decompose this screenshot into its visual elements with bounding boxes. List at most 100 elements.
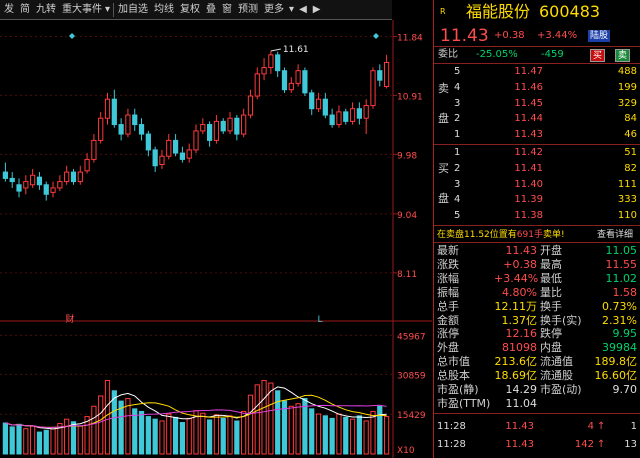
toolbar-item[interactable]: 加自选 (115, 0, 151, 20)
candle-body (50, 187, 56, 193)
book-price: 11.46 (514, 81, 543, 93)
candle-body (363, 105, 369, 119)
quote-label: 总股本 (437, 369, 470, 383)
candle-body (329, 114, 335, 126)
quote-value: 12.11万 (494, 299, 538, 313)
toolbar-separator (113, 2, 115, 17)
quote-value: 4.80% (502, 285, 537, 299)
book-price: 11.38 (514, 210, 543, 222)
volume-unit-label: X10 (397, 446, 415, 456)
ask-row[interactable]: 3 11.45 329 (434, 97, 640, 111)
dropdown-icon[interactable]: ▾ (105, 0, 112, 20)
volume-bar (23, 428, 29, 455)
candle-body (322, 98, 328, 116)
candle-body (302, 70, 308, 94)
volume-axis-label: 30859 (397, 371, 426, 381)
quote-label: 金额 (437, 313, 459, 327)
volume-bar (145, 416, 151, 455)
candle-body (9, 177, 15, 183)
ask-row[interactable]: 4 11.46 199 (434, 81, 640, 95)
sell-button[interactable]: 卖 (615, 49, 631, 62)
quote-value: 14.29 (505, 383, 538, 396)
toolbar-item[interactable]: 预测 (235, 0, 261, 20)
candle-body (315, 98, 322, 110)
notice-detail-link[interactable]: 查看详细 (597, 228, 633, 242)
volume-bar (43, 429, 49, 455)
candle-body (309, 92, 315, 110)
volume-bar (9, 426, 15, 455)
ask-row[interactable]: 5 11.47 488 (434, 65, 640, 79)
quote-label: 开盘 (540, 244, 562, 257)
candle-body (281, 70, 288, 91)
volume-bar (30, 425, 36, 455)
book-price: 11.44 (514, 113, 543, 125)
tick-time: 11:28 (437, 421, 466, 432)
volume-bar (36, 431, 43, 455)
quote-value: 11.02 (605, 271, 638, 285)
high-price-annotation: 11.61 (283, 45, 309, 55)
book-price: 11.47 (514, 66, 543, 77)
more-dropdown-icon[interactable]: ▾ (287, 0, 296, 20)
quote-value: 9.70 (612, 383, 638, 396)
bid-row[interactable]: 4 11.39 333 (434, 193, 640, 207)
order-ratio-row: 委比 -25.05% -459 (434, 48, 640, 62)
ask-row[interactable]: 2 11.44 84 (434, 112, 640, 126)
candle-body (57, 181, 63, 189)
ask-row[interactable]: 1 11.43 46 (434, 128, 640, 142)
tick-count: 13 (624, 439, 637, 450)
toolbar-item[interactable]: 复权 (177, 0, 203, 20)
book-level: 2 (454, 162, 461, 174)
back-icon[interactable]: ◀ (296, 0, 310, 20)
buy-button[interactable]: 买 (590, 49, 606, 62)
chart-toolbar: 发简九转 重大事件 ▾ 加自选 均线 复权叠窗预测 更多 ▾ ◀ ▶ (0, 0, 392, 20)
volume-bar (77, 425, 83, 455)
volume-bar (241, 410, 247, 455)
toolbar-item[interactable]: 叠 (203, 0, 219, 20)
candle-body (288, 82, 294, 91)
candle-body (186, 149, 192, 159)
toolbar-item[interactable]: 均线 (151, 0, 177, 20)
bid-row[interactable]: 1 11.42 51 (434, 146, 640, 160)
volume-bar (336, 413, 342, 455)
candle-body (36, 176, 43, 186)
quote-value: 189.8亿 (594, 355, 638, 369)
candle-body (193, 130, 199, 151)
price-header: 11.43 +0.38 +3.44% 陆股 (434, 26, 640, 46)
tick-price: 11.43 (505, 439, 534, 450)
toolbar-item[interactable]: 窗 (219, 0, 235, 20)
volume-bar (166, 413, 172, 455)
quote-label: 涨跌 (437, 257, 459, 271)
book-volume: 51 (624, 147, 637, 158)
candle-body (241, 114, 247, 135)
notice-text: 在卖盘11.52位置有691手卖单! (437, 230, 565, 240)
toolbar-item[interactable]: 发 (0, 0, 17, 20)
quote-value: +0.38 (503, 257, 537, 271)
candle-body (336, 111, 342, 126)
toolbar-item[interactable]: 更多 (261, 0, 287, 20)
volume-bar (152, 418, 158, 455)
volume-bar (200, 412, 206, 455)
candle-body (227, 117, 233, 132)
volume-bar (91, 405, 97, 455)
quote-value: 39984 (602, 341, 637, 355)
quote-label: 涨停 (437, 327, 459, 341)
bid-row[interactable]: 3 11.40 111 (434, 178, 640, 192)
book-level: 1 (454, 129, 461, 141)
candle-body (23, 181, 29, 189)
forward-icon[interactable]: ▶ (310, 0, 324, 20)
book-volume: 111 (617, 178, 637, 190)
toolbar-item[interactable]: 重大事件 (59, 0, 105, 20)
candle-body (118, 124, 124, 135)
chart-area[interactable]: 11.84 10.91 9.98 9.04 8.11 11.61 财 L 45967 30859 1… (0, 20, 432, 458)
stock-terminal: 发简九转 重大事件 ▾ 加自选 均线 复权叠窗预测 更多 ▾ ◀ ▶ 11.84 10.91 9.98… (0, 0, 640, 458)
tick-volume: 4 (587, 421, 594, 432)
bid-row[interactable]: 2 11.41 82 (434, 162, 640, 176)
toolbar-item[interactable]: 简 (17, 0, 33, 20)
kline-chart[interactable]: 11.84 10.91 9.98 9.04 8.11 11.61 财 L 45967 30859 1… (0, 20, 432, 458)
tick-volume: 142 (574, 439, 594, 450)
diamond-marker-icon (373, 33, 379, 39)
bid-row[interactable]: 5 11.38 110 (434, 209, 640, 223)
book-volume: 46 (624, 129, 637, 141)
toolbar-item[interactable]: 九转 (33, 0, 59, 20)
order-notice[interactable]: 在卖盘11.52位置有691手卖单! 查看详细 (434, 228, 640, 242)
